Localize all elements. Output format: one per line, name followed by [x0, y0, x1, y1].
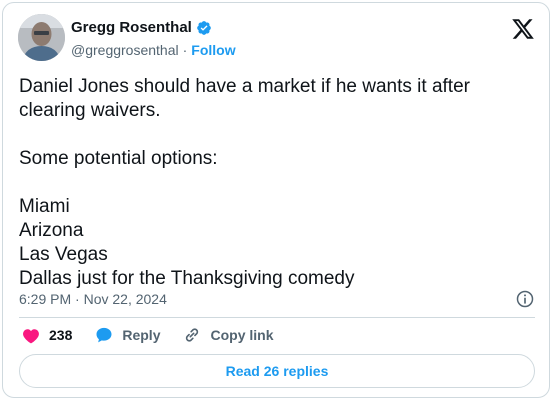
- author-name-row: Gregg Rosenthal: [71, 19, 212, 36]
- info-icon[interactable]: [515, 289, 535, 309]
- tweet-timestamp[interactable]: 6:29 PM · Nov 22, 2024: [19, 291, 167, 307]
- divider: [19, 317, 535, 318]
- handle-separator: ·: [182, 42, 188, 58]
- copy-link-button[interactable]: Copy link: [182, 325, 274, 345]
- author-name[interactable]: Gregg Rosenthal: [71, 19, 192, 36]
- follow-button[interactable]: Follow: [191, 42, 235, 58]
- tweet-meta-row: 6:29 PM · Nov 22, 2024: [19, 289, 535, 309]
- heart-icon: [23, 329, 39, 344]
- x-logo-icon[interactable]: [511, 17, 535, 41]
- tweet-text: Daniel Jones should have a market if he …: [19, 76, 470, 289]
- link-icon: [186, 328, 199, 342]
- author-handle-row: @greggrosenthal · Follow: [71, 42, 236, 58]
- like-button[interactable]: 238: [21, 325, 72, 345]
- read-replies-button[interactable]: Read 26 replies: [19, 354, 535, 388]
- copy-link-label: Copy link: [210, 327, 274, 343]
- tweet-actions: 238 Reply Copy link: [21, 325, 274, 345]
- author-handle[interactable]: @greggrosenthal: [71, 42, 179, 58]
- reply-icon: [96, 327, 112, 343]
- verified-badge-icon: [197, 20, 211, 35]
- like-count: 238: [49, 327, 73, 343]
- avatar[interactable]: [18, 14, 65, 61]
- avatar-image: [18, 14, 65, 61]
- reply-label: Reply: [122, 327, 161, 343]
- reply-button[interactable]: Reply: [94, 325, 160, 345]
- tweet-card: Gregg Rosenthal @greggrosenthal · Follow…: [2, 2, 550, 398]
